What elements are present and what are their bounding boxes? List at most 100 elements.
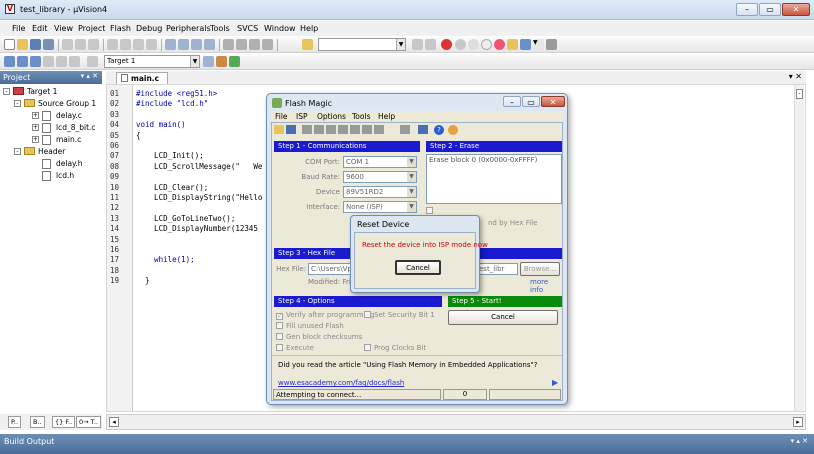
redo-icon[interactable] xyxy=(120,39,131,50)
menu-flash[interactable]: Flash xyxy=(110,24,131,33)
verify-icon[interactable] xyxy=(350,125,360,134)
save-all-icon[interactable] xyxy=(43,39,54,50)
prog-clocks-checkbox[interactable]: Prog Clocks Bit xyxy=(364,344,426,352)
baud-rate-select[interactable]: 9600 ▼ xyxy=(343,171,417,183)
save-icon[interactable] xyxy=(30,39,41,50)
fm-close-button[interactable]: ✕ xyxy=(541,96,565,107)
tab-templates[interactable]: 0→ T.. xyxy=(76,416,101,428)
tab-project[interactable]: P.. xyxy=(8,416,22,428)
search-icon[interactable] xyxy=(302,125,312,134)
menu-tools[interactable]: Tools xyxy=(210,24,230,33)
tree-item-main-c[interactable]: main.c xyxy=(56,135,81,144)
bookmark-icon[interactable] xyxy=(165,39,176,50)
nav-forward-icon[interactable] xyxy=(146,39,157,50)
open-folder-icon[interactable] xyxy=(274,125,284,134)
batch-build-icon[interactable] xyxy=(43,56,54,67)
code-line[interactable]: } xyxy=(136,276,150,285)
menu-window[interactable]: Window xyxy=(264,24,296,33)
panel-controls-icon[interactable]: ▾ ▴ ✕ xyxy=(81,72,98,80)
incremental-find-icon[interactable] xyxy=(425,39,436,50)
code-line[interactable]: LCD_Clear(); xyxy=(136,183,208,192)
comment-icon[interactable] xyxy=(249,39,260,50)
tree-item-lcd-c[interactable]: lcd_8_bit.c xyxy=(56,123,96,132)
books-icon[interactable] xyxy=(229,56,240,67)
reset-cancel-button[interactable]: Cancel xyxy=(395,260,441,275)
find-in-files-icon[interactable] xyxy=(302,39,313,50)
unindent-icon[interactable] xyxy=(236,39,247,50)
rebuild-icon[interactable] xyxy=(30,56,41,67)
collapse-icon[interactable]: - xyxy=(14,148,21,155)
fm-menu-options[interactable]: Options xyxy=(317,112,346,121)
menu-file[interactable]: File xyxy=(12,24,25,33)
erase-block-list[interactable]: Erase block 0 (0x0000-0xFFFF) xyxy=(426,154,562,204)
dropdown-arrow-icon[interactable]: ▼ xyxy=(533,39,544,50)
nav-back-icon[interactable] xyxy=(133,39,144,50)
indent-icon[interactable] xyxy=(223,39,234,50)
new-file-icon[interactable] xyxy=(4,39,15,50)
collapse-icon[interactable]: - xyxy=(3,88,10,95)
more-info-link[interactable]: more info xyxy=(530,278,562,294)
build-panel-controls-icon[interactable]: ▾ ▴ ✕ xyxy=(791,437,808,445)
window-layout-icon[interactable] xyxy=(520,39,531,50)
shield-icon[interactable] xyxy=(400,125,410,134)
com-port-select[interactable]: COM 1 ▼ xyxy=(343,156,417,168)
step5-cancel-button[interactable]: Cancel xyxy=(448,310,558,325)
fm-menu-help[interactable]: Help xyxy=(378,112,395,121)
menu-debug[interactable]: Debug xyxy=(136,24,162,33)
copy-icon[interactable] xyxy=(75,39,86,50)
configure-icon[interactable] xyxy=(507,39,518,50)
browse-button[interactable]: Browse... xyxy=(520,262,560,276)
target-select[interactable]: Target 1 ▼ xyxy=(104,55,200,68)
translate-icon[interactable] xyxy=(4,56,15,67)
bookmark-clear-icon[interactable] xyxy=(204,39,215,50)
open-folder-icon[interactable] xyxy=(17,39,28,50)
manage-components-icon[interactable] xyxy=(216,56,227,67)
program-icon[interactable] xyxy=(362,125,372,134)
tab-main-c[interactable]: main.c xyxy=(116,72,168,84)
erase-icon[interactable] xyxy=(326,125,336,134)
maximize-button[interactable]: ▭ xyxy=(759,3,781,16)
blank-check-icon[interactable] xyxy=(314,125,324,134)
tree-item-delay-c[interactable]: delay.c xyxy=(56,111,82,120)
next-arrow-icon[interactable]: ▶ xyxy=(552,378,558,387)
build-icon[interactable] xyxy=(17,56,28,67)
target-options-icon[interactable] xyxy=(203,56,214,67)
expand-icon[interactable]: + xyxy=(32,112,39,119)
editor-hscrollbar[interactable]: ◂ ▸ xyxy=(106,414,806,430)
tab-books[interactable]: B.. xyxy=(30,416,45,428)
gen-checksums-checkbox[interactable]: Gen block checksums xyxy=(276,333,362,341)
code-line[interactable]: #include "lcd.h" xyxy=(136,99,208,108)
menu-view[interactable]: View xyxy=(54,24,73,33)
stop-build-icon[interactable] xyxy=(56,56,67,67)
disable-all-breakpoints-icon[interactable] xyxy=(481,39,492,50)
article-link[interactable]: www.esacademy.com/faq/docs/flash xyxy=(278,379,404,387)
fm-maximize-button[interactable]: ▭ xyxy=(522,96,540,107)
tree-item-lcd-h[interactable]: lcd.h xyxy=(56,171,74,180)
code-line[interactable]: LCD_ScrollMessage(" We xyxy=(136,162,262,171)
erase-hex-checkbox[interactable]: nd by Hex File xyxy=(488,219,537,227)
erase-all-checkbox[interactable] xyxy=(426,207,436,215)
undo-icon[interactable] xyxy=(107,39,118,50)
save-icon[interactable] xyxy=(286,125,296,134)
fm-menu-isp[interactable]: ISP xyxy=(296,112,308,121)
editor-vscrollbar[interactable]: - xyxy=(794,85,804,411)
menu-svcs[interactable]: SVCS xyxy=(237,24,258,33)
bookmark-prev-icon[interactable] xyxy=(178,39,189,50)
tree-item-header-group[interactable]: Header xyxy=(38,147,65,156)
code-line[interactable]: LCD_DisplayNumber(12345 xyxy=(136,224,258,233)
close-button[interactable]: ✕ xyxy=(782,3,810,16)
collapse-icon[interactable]: - xyxy=(14,100,21,107)
fm-minimize-button[interactable]: – xyxy=(503,96,521,107)
execute-checkbox[interactable]: Execute xyxy=(276,344,314,352)
code-line[interactable]: LCD_DisplayString("Hello xyxy=(136,193,262,202)
find-combo[interactable]: ▼ xyxy=(318,38,406,51)
code-line[interactable]: void main() xyxy=(136,120,186,129)
fill-unused-checkbox[interactable]: Fill unused Flash xyxy=(276,322,344,330)
paste-icon[interactable] xyxy=(88,39,99,50)
read-icon[interactable] xyxy=(338,125,348,134)
wrench-icon[interactable] xyxy=(546,39,557,50)
interface-select[interactable]: None (ISP) ▼ xyxy=(343,201,417,213)
download-icon[interactable] xyxy=(69,56,80,67)
expand-icon[interactable]: + xyxy=(32,124,39,131)
breakpoint-icon[interactable] xyxy=(455,39,466,50)
